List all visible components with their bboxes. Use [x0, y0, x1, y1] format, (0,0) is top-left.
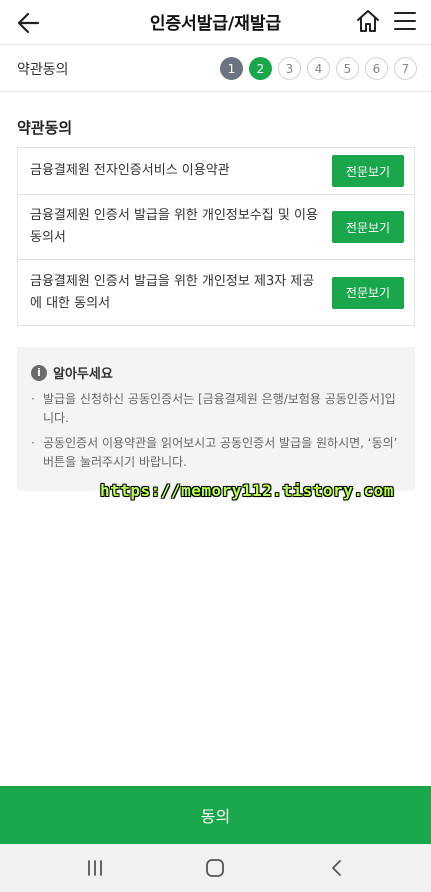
term-text: 금융결제원 인증서 발급을 위한 개인정보수집 및 이용 동의서 [30, 208, 318, 245]
term-row: 금융결제원 인증서 발급을 위한 개인정보수집 및 이용 동의서 전문보기 [18, 195, 414, 260]
step-indicators: 1 2 3 4 5 6 7 [220, 57, 423, 80]
recent-apps-icon[interactable] [84, 858, 106, 878]
step-7: 7 [394, 57, 417, 80]
system-navigation-bar [0, 844, 431, 892]
notice-box: i 알아두세요 발급을 신청하신 공동인증서는 [금융결제원 은행/보험용 공동… [17, 347, 415, 491]
term-row: 금융결제원 인증서 발급을 위한 개인정보 제3자 제공에 대한 동의서 전문보… [18, 260, 414, 325]
step-4: 4 [307, 57, 330, 80]
step-3: 3 [278, 57, 301, 80]
notice-item: 발급을 신청하신 공동인증서는 [금융결제원 은행/보험용 공동인증서]입니다. [31, 390, 401, 428]
home-icon[interactable] [354, 7, 382, 35]
notice-header: i 알아두세요 [31, 363, 401, 382]
step-2: 2 [249, 57, 272, 80]
view-full-text-button[interactable]: 전문보기 [332, 155, 404, 187]
terms-list: 금융결제원 전자인증서비스 이용약관 전문보기 금융결제원 인증서 발급을 위한… [17, 147, 415, 326]
term-row: 금융결제원 전자인증서비스 이용약관 전문보기 [18, 148, 414, 195]
back-button-icon[interactable] [326, 858, 348, 878]
home-button-icon[interactable] [204, 858, 226, 878]
app-header: 인증서발급/재발급 [0, 0, 431, 45]
watermark-text: https://memory112.tistory.com [100, 481, 394, 500]
step-progress-bar: 약관동의 1 2 3 4 5 6 7 [0, 46, 431, 92]
term-text: 금융결제원 전자인증서비스 이용약관 [30, 163, 230, 178]
step-label: 약관동의 [17, 62, 69, 78]
step-1: 1 [220, 57, 243, 80]
notice-list: 발급을 신청하신 공동인증서는 [금융결제원 은행/보험용 공동인증서]입니다.… [31, 390, 401, 472]
step-5: 5 [336, 57, 359, 80]
hamburger-menu-icon[interactable] [393, 9, 417, 33]
view-full-text-button[interactable]: 전문보기 [332, 211, 404, 243]
agree-button[interactable]: 동의 [0, 786, 431, 844]
notice-title: 알아두세요 [53, 367, 113, 382]
step-6: 6 [365, 57, 388, 80]
notice-item: 공동인증서 이용약관을 읽어보시고 공동인증서 발급을 원하시면, ‘동의’ 버… [31, 434, 401, 472]
view-full-text-button[interactable]: 전문보기 [332, 276, 404, 309]
section-title: 약관동의 [17, 119, 73, 137]
info-icon: i [31, 364, 47, 381]
term-text: 금융결제원 인증서 발급을 위한 개인정보 제3자 제공에 대한 동의서 [30, 273, 315, 311]
